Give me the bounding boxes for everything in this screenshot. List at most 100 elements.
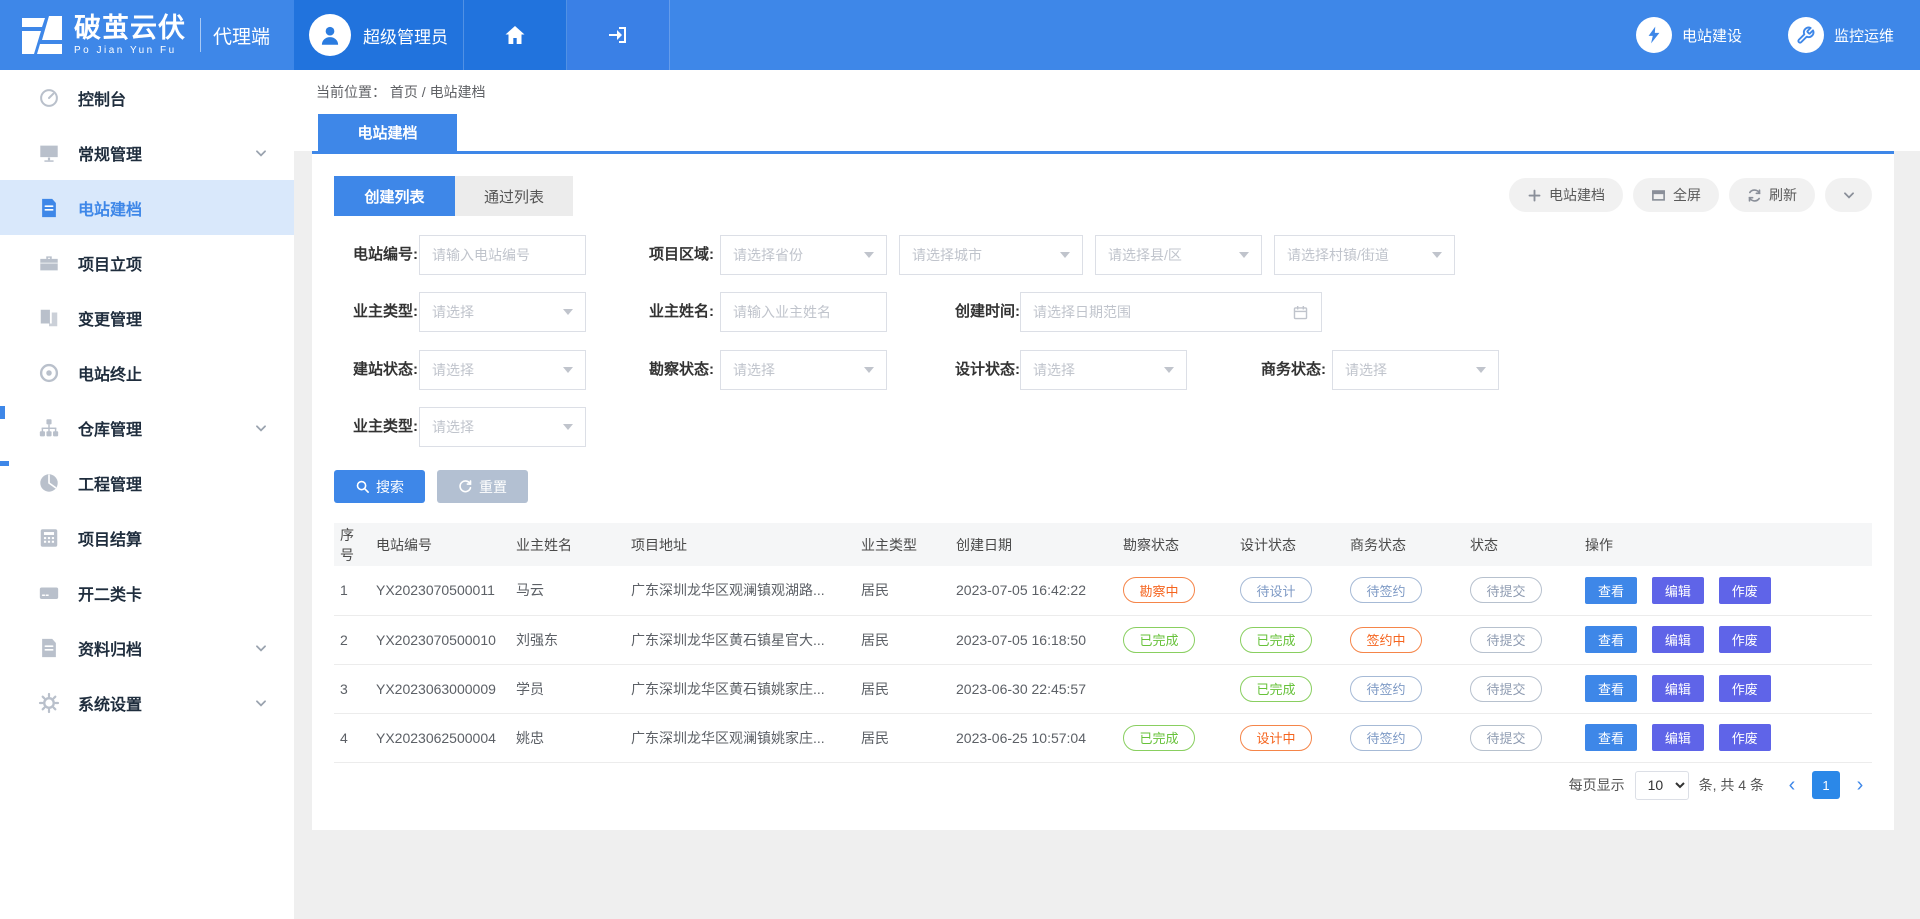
edit-button[interactable]: 编辑 [1652,724,1704,751]
sidebar-item-general-mgmt[interactable]: 常规管理 [0,125,294,180]
business-status-select[interactable]: 请选择 [1332,350,1499,390]
sidebar-item-system-settings[interactable]: 系统设置 [0,675,294,730]
cell-owner-type: 居民 [855,615,950,664]
void-button[interactable]: 作废 [1719,577,1771,604]
sidebar-item-warehouse-mgmt[interactable]: 仓库管理 [0,400,294,455]
cell-created: 2023-07-05 16:18:50 [950,615,1117,664]
reset-button[interactable]: 重置 [437,470,528,503]
create-time-range-picker[interactable]: 请选择日期范围 [1020,292,1322,332]
prev-page-button[interactable]: ‹ [1780,771,1804,799]
refresh-icon [1747,188,1762,203]
cell-created: 2023-06-25 10:57:04 [950,713,1117,762]
portal-label: 代理端 [200,18,270,52]
sidebar-item-change-mgmt[interactable]: 变更管理 [0,290,294,345]
col-status: 状态 [1464,523,1579,566]
calendar-icon [1292,304,1309,321]
tab-pass-list[interactable]: 通过列表 [455,176,573,216]
target-icon [38,362,60,384]
void-button[interactable]: 作废 [1719,626,1771,653]
survey-status-badge: 已完成 [1123,725,1195,751]
sidebar-scrollbar-mark[interactable] [0,461,9,466]
breadcrumb-current[interactable]: 电站建档 [430,84,486,100]
logout-icon [606,23,630,47]
nav-monitor-ops[interactable]: 监控运维 [1788,17,1894,53]
sidebar-item-engineering-mgmt[interactable]: 工程管理 [0,455,294,510]
view-button[interactable]: 查看 [1585,724,1637,751]
design-status-badge: 已完成 [1240,627,1312,653]
survey-status-select[interactable]: 请选择 [720,350,887,390]
collapse-toolbar-button[interactable] [1825,178,1872,212]
table-header-row: 序号 电站编号 业主姓名 项目地址 业主类型 创建日期 勘察状态 设计状态 商务… [334,523,1872,566]
page-tab-station-archive[interactable]: 电站建档 [318,114,457,151]
caret-down-icon [1164,367,1174,373]
view-button[interactable]: 查看 [1585,577,1637,604]
chevron-down-icon [254,421,268,435]
owner-type2-select[interactable]: 请选择 [419,407,586,447]
page-number-button[interactable]: 1 [1812,771,1840,799]
fullscreen-button[interactable]: 全屏 [1633,178,1719,212]
refresh-button[interactable]: 刷新 [1729,178,1815,212]
cell-index: 4 [334,713,370,762]
owner-type-label: 业主类型: [334,292,418,332]
tab-create-list[interactable]: 创建列表 [334,176,455,216]
town-select[interactable]: 请选择村镇/街道 [1274,235,1455,275]
logout-button[interactable] [567,0,670,70]
user-name: 超级管理员 [363,23,448,48]
region-label: 项目区域: [630,235,714,275]
breadcrumb: 当前位置： 首页 / 电站建档 [316,82,486,102]
per-page-select[interactable]: 10 [1635,771,1689,800]
logo: 破茧云伏 Po Jian Yun Fu 代理端 [0,0,294,70]
sidebar-item-label: 项目立项 [78,251,142,275]
col-owner-type: 业主类型 [855,523,950,566]
sidebar-item-project-initiation[interactable]: 项目立项 [0,235,294,290]
home-button[interactable] [464,0,567,70]
owner-name-input[interactable] [720,292,887,332]
nav-station-build[interactable]: 电站建设 [1636,17,1742,53]
owner-name-label: 业主姓名: [630,292,714,332]
chevron-down-icon [1842,188,1856,202]
sidebar-item-station-archive[interactable]: 电站建档 [0,180,294,235]
view-button[interactable]: 查看 [1585,626,1637,653]
build-status-select[interactable]: 请选择 [419,350,586,390]
cell-index: 2 [334,615,370,664]
city-select[interactable]: 请选择城市 [899,235,1083,275]
next-page-button[interactable]: › [1848,771,1872,799]
col-owner: 业主姓名 [510,523,625,566]
design-status-select[interactable]: 请选择 [1020,350,1187,390]
view-button[interactable]: 查看 [1585,675,1637,702]
sidebar-item-project-settlement[interactable]: 项目结算 [0,510,294,565]
station-code-input[interactable] [419,235,586,275]
county-select[interactable]: 请选择县/区 [1095,235,1262,275]
breadcrumb-home-link[interactable]: 首页 [390,84,418,100]
search-button[interactable]: 搜索 [334,470,425,503]
sidebar-item-label: 资料归档 [78,636,142,660]
sidebar-item-label: 开二类卡 [78,581,142,605]
wrench-icon [1788,17,1824,53]
caret-down-icon [1239,252,1249,258]
plus-icon [1527,188,1542,203]
design-status-badge: 已完成 [1240,676,1312,702]
build-status-label: 建站状态: [334,350,418,390]
sidebar-item-label: 项目结算 [78,526,142,550]
edit-button[interactable]: 编辑 [1652,675,1704,702]
design-status-badge: 设计中 [1240,725,1312,751]
sidebar-item-station-terminate[interactable]: 电站终止 [0,345,294,400]
province-select[interactable]: 请选择省份 [720,235,887,275]
cell-created: 2023-06-30 22:45:57 [950,664,1117,713]
sidebar-item-data-archive[interactable]: 资料归档 [0,620,294,675]
void-button[interactable]: 作废 [1719,724,1771,751]
owner-type-select[interactable]: 请选择 [419,292,586,332]
edit-button[interactable]: 编辑 [1652,577,1704,604]
create-station-button[interactable]: 电站建档 [1509,178,1623,212]
sidebar-item-console[interactable]: 控制台 [0,70,294,125]
cell-owner: 姚忠 [510,713,625,762]
void-button[interactable]: 作废 [1719,675,1771,702]
user-menu[interactable]: 超级管理员 [294,0,464,70]
cell-address: 广东深圳龙华区黄石镇星官大... [625,615,855,664]
cell-code: YX2023062500004 [370,713,510,762]
sidebar-scrollbar-thumb[interactable] [0,406,5,419]
breadcrumb-label: 当前位置： [316,84,386,100]
col-survey: 勘察状态 [1117,523,1234,566]
edit-button[interactable]: 编辑 [1652,626,1704,653]
sidebar-item-type2-card[interactable]: 开二类卡 [0,565,294,620]
